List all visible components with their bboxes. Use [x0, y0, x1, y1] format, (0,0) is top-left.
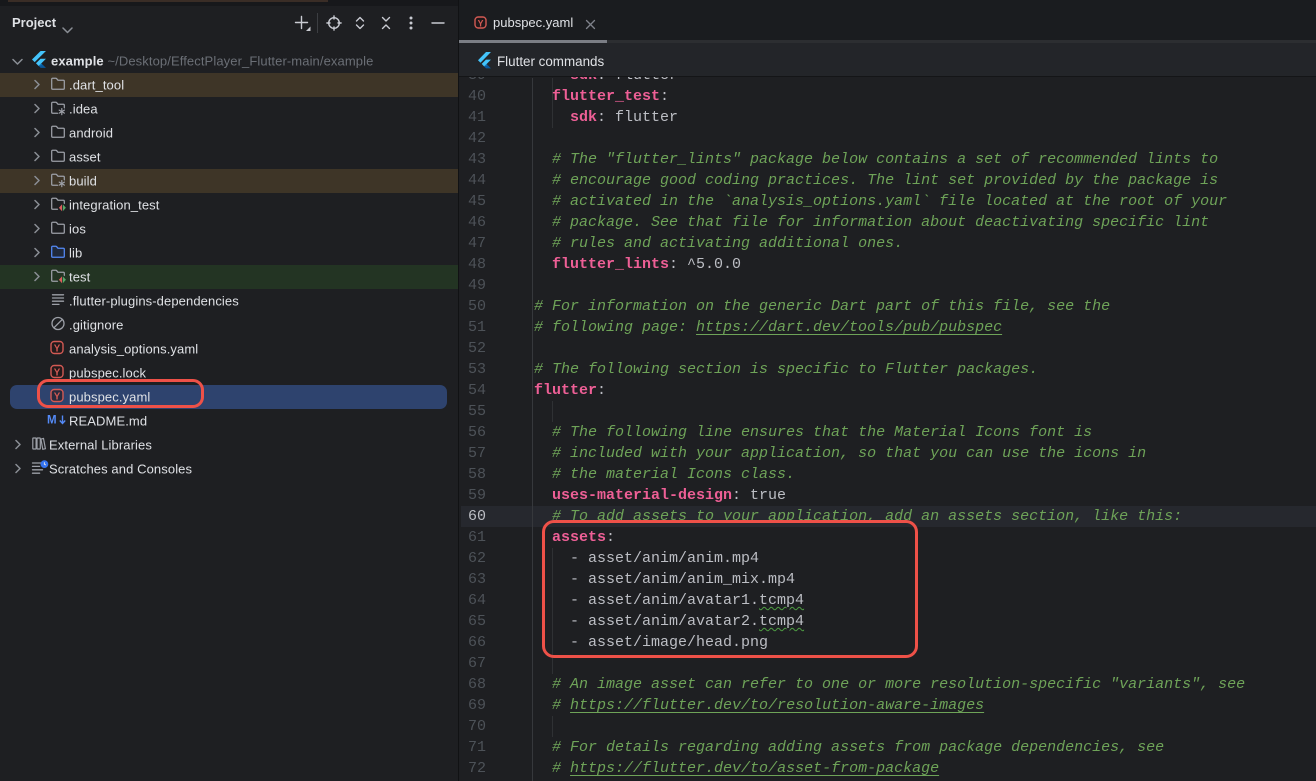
svg-text:Y: Y — [478, 19, 484, 29]
svg-text:Y: Y — [54, 344, 61, 355]
svg-text:M: M — [47, 415, 57, 427]
svg-text:Y: Y — [54, 368, 61, 379]
